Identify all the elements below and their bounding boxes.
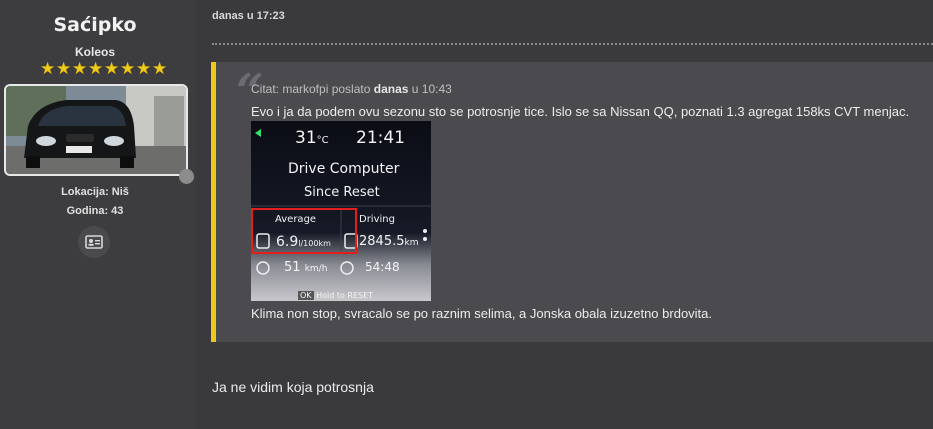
dash-temp-unit: °C — [316, 135, 329, 146]
dash-speed-value: 51 km/h — [284, 260, 327, 275]
star-icon: ★ — [40, 59, 56, 78]
star-icon: ★ — [104, 59, 120, 78]
dash-driving-label: Driving — [359, 214, 395, 225]
reply-text: Ja ne vidim koja potrosnja — [212, 379, 374, 395]
quote-cite-time[interactable]: u 10:43 — [412, 82, 452, 96]
dash-time-value: 54:48 — [365, 260, 400, 274]
star-icon: ★ — [120, 59, 136, 78]
dash-speed-unit: km/h — [304, 264, 328, 274]
dash-temp-value: 31 — [295, 128, 317, 148]
id-card-icon — [85, 235, 103, 249]
quote-text-after: Klima non stop, svracalo se po raznim se… — [251, 306, 713, 321]
dash-subtitle: Since Reset — [304, 185, 380, 200]
user-panel: Saćipko Koleos ★ ★ ★ ★ ★ ★ ★ ★ Lokacija: Niš Go… — [0, 0, 196, 429]
dash-hint-text: Hold to RESET — [316, 291, 374, 300]
star-icon: ★ — [152, 59, 168, 78]
quote-cite-prefix: Citat: markofpi poslato — [251, 82, 371, 96]
contact-button[interactable] — [78, 226, 110, 258]
dash-speed-number: 51 — [284, 260, 301, 275]
star-icon: ★ — [88, 59, 104, 78]
rating-stars: ★ ★ ★ ★ ★ ★ ★ ★ — [40, 59, 167, 78]
dash-hint: OK Hold to RESET — [298, 291, 373, 300]
dash-driving-unit: km — [404, 238, 419, 248]
dash-driving-number: 2845.5 — [359, 234, 405, 249]
highlight-box — [251, 208, 357, 254]
dash-clock: 21:41 — [356, 128, 405, 148]
car-photo — [6, 86, 186, 174]
online-status-dot — [179, 169, 194, 184]
dash-hint-key: OK — [298, 291, 314, 300]
post-divider — [212, 43, 933, 45]
dash-temperature: 31°C — [295, 128, 329, 148]
quote-cite-day: danas — [373, 82, 409, 96]
user-title: Koleos — [74, 45, 115, 59]
avatar[interactable] — [4, 84, 188, 176]
star-icon: ★ — [56, 59, 72, 78]
username[interactable]: Saćipko — [0, 14, 190, 36]
quote-block: “ Citat: markofpi poslato danas u 10:43 … — [211, 62, 933, 342]
dash-driving-value: 2845.5km — [359, 234, 418, 249]
post-date[interactable]: danas u 17:23 — [212, 10, 285, 22]
user-location: Lokacija: Niš — [61, 186, 129, 198]
user-years: Godina: 43 — [66, 205, 124, 217]
star-icon: ★ — [136, 59, 152, 78]
quote-text-before: Evo i ja da podem ovu sezonu sto se potr… — [251, 104, 910, 119]
dashboard-photo[interactable]: 31°C 21:41 Drive Computer Since Reset Av… — [251, 121, 431, 301]
star-icon: ★ — [72, 59, 88, 78]
quote-citation: Citat: markofpi poslato danas u 10:43 — [251, 82, 452, 96]
dash-title: Drive Computer — [288, 161, 400, 177]
